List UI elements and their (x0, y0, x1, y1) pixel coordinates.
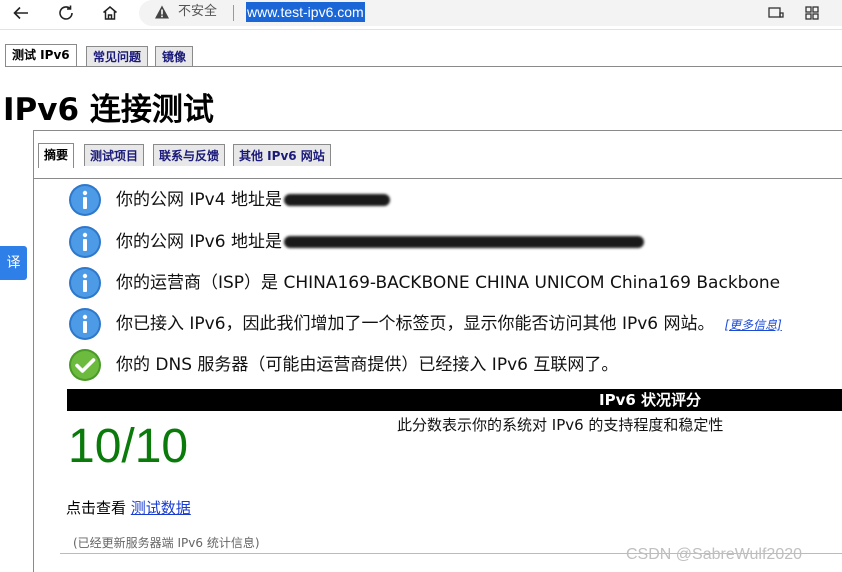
info-icon (69, 308, 101, 340)
address-bar[interactable] (139, 0, 842, 26)
tab-test-ipv6[interactable]: 测试 IPv6 (5, 44, 77, 67)
tab-summary[interactable]: 摘要 (38, 143, 75, 168)
info-icon (69, 267, 101, 299)
url-text[interactable]: www.test-ipv6.com (246, 2, 365, 22)
info-icon (69, 226, 101, 258)
stats-note: (已经更新服务器端 IPv6 统计信息) (73, 536, 260, 550)
more-info-link[interactable]: [更多信息] (725, 318, 782, 332)
warning-icon[interactable] (154, 4, 170, 20)
insecure-label[interactable]: 不安全 (178, 4, 217, 20)
result-text: 你的运营商（ISP）是 CHINA169-BACKBONE CHINA UNIC… (116, 273, 781, 293)
refresh-button[interactable] (54, 2, 78, 24)
score-heading: IPv6 状况评分 (599, 391, 702, 409)
watermark: CSDN @SabreWulf2020 (626, 546, 803, 563)
tab-bar-rule (5, 66, 842, 67)
result-text: 你的公网 IPv6 地址是 (116, 232, 282, 252)
score-header-bar (67, 389, 842, 411)
result-ipv6-tab: 你已接入 IPv6，因此我们增加了一个标签页，显示你能否访问其他 IPv6 网站… (68, 306, 782, 342)
check-icon (69, 349, 101, 381)
back-arrow-icon (13, 6, 28, 20)
redacted-ipv6 (283, 236, 644, 248)
tab-contact[interactable]: 联系与反馈 (153, 144, 226, 166)
click-prefix: 点击查看 (66, 499, 127, 517)
reader-view-icon[interactable] (767, 4, 785, 22)
result-ipv4: 你的公网 IPv4 地址是 (68, 182, 390, 218)
home-icon (103, 6, 117, 20)
page-title: IPv6 连接测试 (3, 92, 214, 128)
result-dns: 你的 DNS 服务器（可能由运营商提供）已经接入 IPv6 互联网了。 (68, 347, 618, 383)
info-icon (69, 184, 101, 216)
translate-button[interactable]: 译 (0, 246, 27, 280)
redacted-ipv4 (283, 194, 390, 206)
home-button[interactable] (98, 2, 122, 24)
score-value: 10/10 (68, 420, 189, 473)
result-ipv6: 你的公网 IPv6 地址是 (68, 224, 644, 260)
score-description: 此分数表示你的系统对 IPv6 的支持程度和稳定性 (397, 416, 724, 434)
back-button[interactable] (9, 2, 33, 24)
tab-faq[interactable]: 常见问题 (86, 46, 149, 66)
browser-toolbar: 不安全 www.test-ipv6.com (0, 0, 842, 30)
tab-test-items[interactable]: 测试项目 (84, 144, 145, 166)
result-text: 你的 DNS 服务器（可能由运营商提供）已经接入 IPv6 互联网了。 (116, 355, 619, 375)
result-text: 你已接入 IPv6，因此我们增加了一个标签页，显示你能否访问其他 IPv6 网站… (116, 313, 715, 334)
refresh-icon (59, 5, 73, 20)
tab-other-ipv6-sites[interactable]: 其他 IPv6 网站 (233, 144, 331, 166)
inner-tab-rule (33, 178, 842, 179)
test-data-link[interactable]: 测试数据 (131, 499, 191, 517)
result-isp: 你的运营商（ISP）是 CHINA169-BACKBONE CHINA UNIC… (68, 265, 780, 301)
address-separator (233, 5, 234, 21)
result-text: 你的公网 IPv4 地址是 (116, 190, 282, 210)
test-data-line: 点击查看 测试数据 (66, 498, 191, 518)
tab-mirrors[interactable]: 镜像 (155, 46, 194, 66)
extensions-icon[interactable] (803, 4, 821, 22)
